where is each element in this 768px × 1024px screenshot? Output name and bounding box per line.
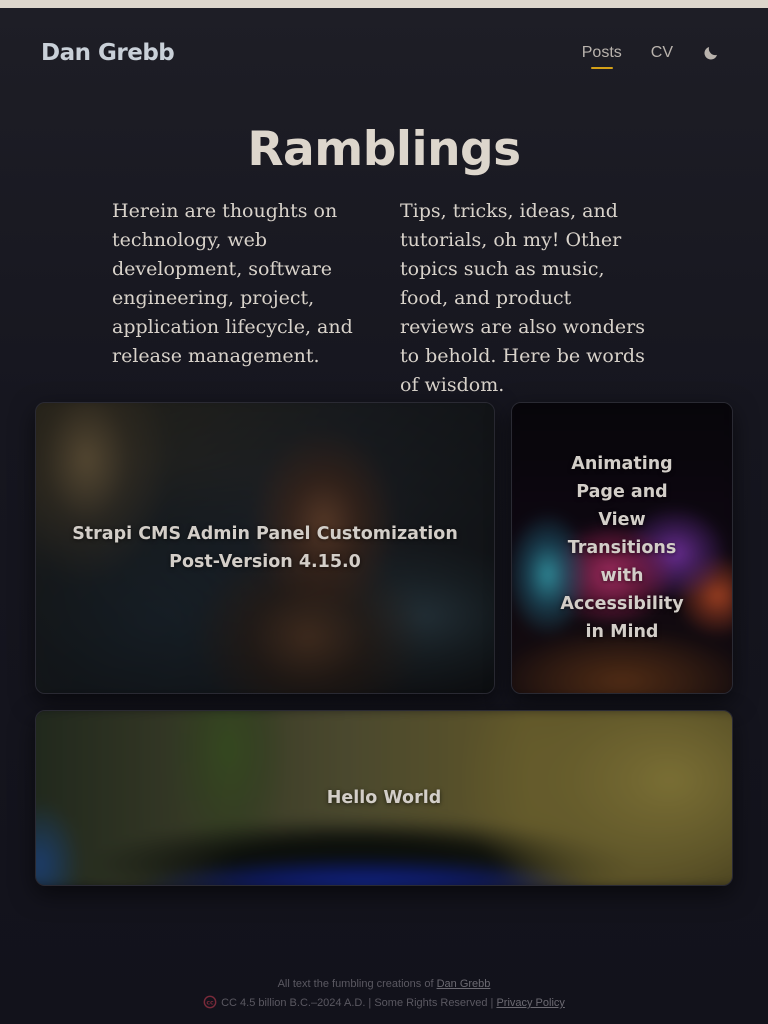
site-logo[interactable]: Dan Grebb bbox=[41, 40, 175, 66]
intro-right-text: Tips, tricks, ideas, and tutorials, oh m… bbox=[400, 200, 645, 396]
footer-credit-text: All text the fumbling creations of bbox=[277, 978, 434, 990]
footer-author-link[interactable]: Dan Grebb bbox=[437, 978, 491, 990]
footer-privacy-link[interactable]: Privacy Policy bbox=[496, 997, 564, 1009]
creative-commons-icon[interactable]: cc bbox=[203, 995, 217, 1009]
post-card-animating[interactable]: Animating Page and View Transitions with… bbox=[511, 402, 733, 694]
site-footer: All text the fumbling creations of Dan G… bbox=[0, 975, 768, 1013]
nav-cv-link[interactable]: CV bbox=[651, 44, 673, 62]
svg-text:cc: cc bbox=[206, 999, 214, 1006]
moon-icon[interactable] bbox=[702, 44, 720, 62]
post-title: Animating Page and View Transitions with… bbox=[560, 454, 684, 642]
footer-credit-line: All text the fumbling creations of Dan G… bbox=[0, 975, 768, 994]
footer-license-line: cc CC 4.5 billion B.C.–2024 A.D. | Some … bbox=[0, 994, 768, 1013]
post-title: Hello World bbox=[326, 788, 442, 808]
site-header: Dan Grebb Posts CV bbox=[0, 8, 768, 98]
post-card-hello-world[interactable]: Hello World bbox=[35, 710, 733, 886]
intro-left-text: Herein are thoughts on technology, web d… bbox=[112, 200, 353, 367]
post-card-strapi[interactable]: Strapi CMS Admin Panel Customization Pos… bbox=[35, 402, 495, 694]
main-nav: Posts CV bbox=[553, 44, 720, 69]
post-title: Strapi CMS Admin Panel Customization Pos… bbox=[72, 524, 458, 572]
top-strip bbox=[0, 0, 768, 8]
nav-posts-link[interactable]: Posts bbox=[582, 44, 622, 69]
footer-license-text: CC 4.5 billion B.C.–2024 A.D. | Some Rig… bbox=[221, 997, 494, 1009]
page-title: Ramblings bbox=[247, 122, 521, 177]
